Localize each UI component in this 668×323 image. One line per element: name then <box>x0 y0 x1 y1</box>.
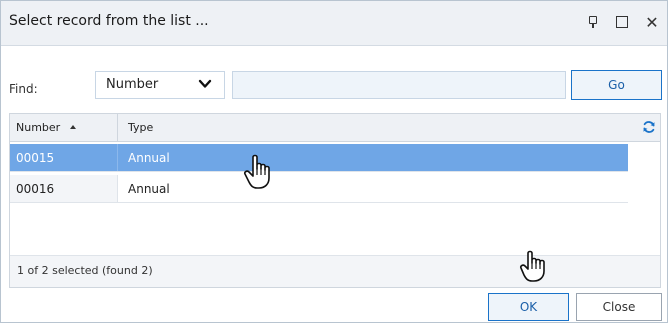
cell-type: Annual <box>118 144 628 171</box>
title-bar: Select record from the list ... ✕ <box>1 1 667 46</box>
cell-type-text: Annual <box>128 151 170 165</box>
table-row[interactable]: 00016 Annual <box>10 175 628 203</box>
refresh-icon[interactable] <box>642 120 656 134</box>
cell-number: 00015 <box>10 144 118 171</box>
close-window-button[interactable]: ✕ <box>641 11 663 33</box>
cell-number-text: 00016 <box>16 182 55 196</box>
grid-status-bar: 1 of 2 selected (found 2) <box>10 255 660 287</box>
selection-status: 1 of 2 selected (found 2) <box>17 264 153 277</box>
cell-type-text: Annual <box>128 182 170 196</box>
table-row[interactable]: 00015 Annual <box>10 144 628 172</box>
close-button[interactable]: Close <box>576 293 662 321</box>
cell-number: 00016 <box>10 175 118 202</box>
find-field-value: Number <box>106 77 159 92</box>
search-input[interactable] <box>232 71 566 99</box>
column-header-type[interactable]: Type <box>118 114 628 141</box>
column-header-label: Number <box>16 121 61 134</box>
maximize-button[interactable] <box>611 11 633 33</box>
records-grid: Number Type 00015 Annual 00016 Annual 1 … <box>9 113 661 288</box>
find-row: Find: Number Go <box>1 61 667 101</box>
maximize-icon <box>616 16 628 28</box>
close-icon: ✕ <box>645 12 659 32</box>
find-label: Find: <box>9 82 38 96</box>
column-header-number[interactable]: Number <box>10 114 118 141</box>
go-button[interactable]: Go <box>571 70 662 100</box>
column-header-label: Type <box>128 121 154 134</box>
find-field-select[interactable]: Number <box>95 71 225 99</box>
cell-number-text: 00015 <box>16 151 55 165</box>
dialog-title: Select record from the list ... <box>9 13 209 29</box>
chevron-down-icon <box>198 79 212 88</box>
pin-icon <box>589 16 597 28</box>
sort-ascending-icon <box>70 125 76 129</box>
select-record-dialog: Select record from the list ... ✕ Find: … <box>0 0 668 323</box>
grid-header: Number Type <box>10 114 660 142</box>
ok-button[interactable]: OK <box>488 293 569 321</box>
pin-button[interactable] <box>582 11 604 33</box>
cell-type: Annual <box>118 175 628 202</box>
